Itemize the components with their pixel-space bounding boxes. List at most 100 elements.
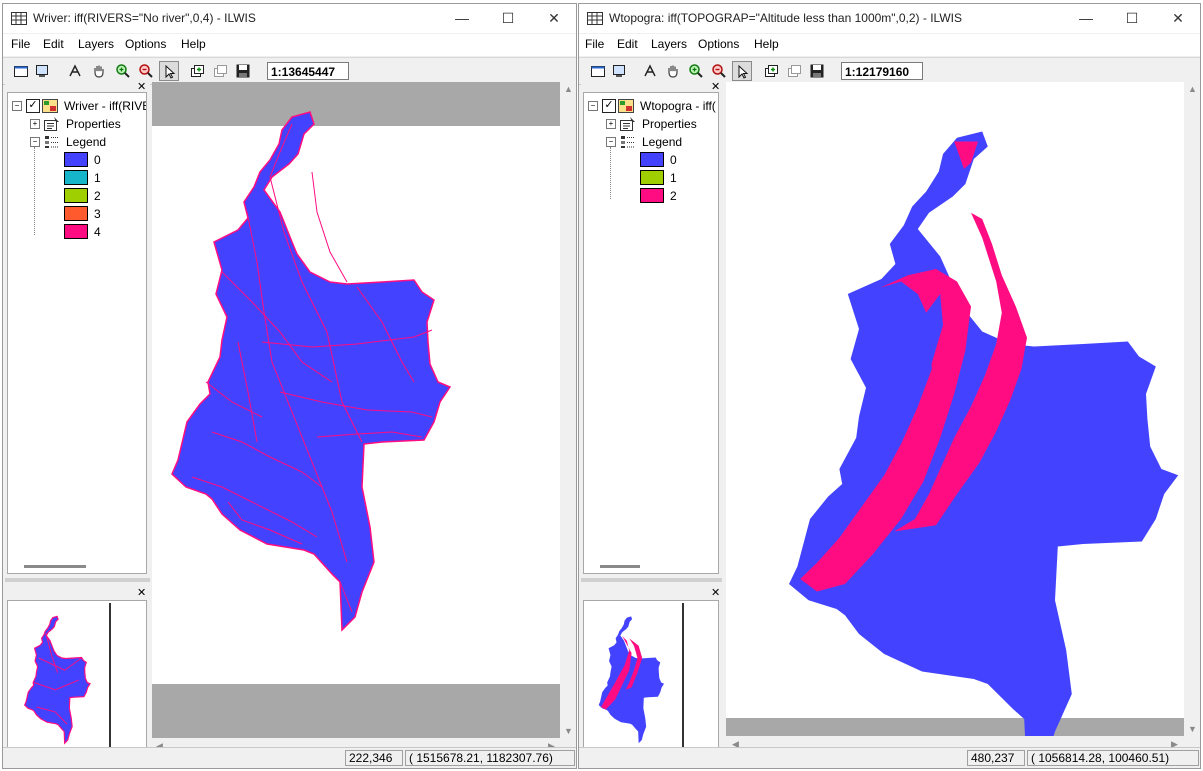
legend-value: 0 — [670, 153, 677, 167]
menu-file[interactable]: File — [585, 37, 604, 51]
menu-options[interactable]: Options — [698, 37, 739, 51]
scroll-up-icon[interactable]: ▲ — [1188, 84, 1197, 94]
save-view-button[interactable] — [233, 61, 253, 81]
close-button[interactable]: ✕ — [1155, 4, 1200, 33]
layer-panel-close-icon[interactable]: ✕ — [711, 82, 720, 93]
menu-edit[interactable]: Edit — [43, 37, 64, 51]
save-view-button[interactable] — [807, 61, 827, 81]
entire-map-button[interactable] — [588, 61, 608, 81]
properties-icon — [620, 117, 635, 131]
window-title: Wtopogra: iff(TOPOGRAP="Altitude less th… — [609, 11, 962, 25]
normal-view-button[interactable] — [609, 61, 629, 81]
legend-value: 2 — [94, 189, 101, 203]
collapse-icon[interactable]: − — [588, 101, 598, 111]
menu-edit[interactable]: Edit — [617, 37, 638, 51]
menu-layers[interactable]: Layers — [651, 37, 687, 51]
toolbar: 1:12179160 — [579, 57, 1200, 85]
legend-icon — [621, 136, 635, 148]
scale-field[interactable]: 1:12179160 — [841, 62, 923, 80]
add-layer-button[interactable] — [187, 61, 207, 81]
overview-close-icon[interactable]: ✕ — [711, 588, 720, 599]
scale-field[interactable]: 1:13645447 — [267, 62, 349, 80]
menu-file[interactable]: File — [11, 37, 30, 51]
raster-map-icon — [618, 99, 634, 113]
scroll-down-icon[interactable]: ▼ — [564, 726, 573, 736]
select-pointer-button[interactable] — [159, 61, 179, 81]
map-pane[interactable] — [726, 82, 1184, 736]
map-pane[interactable] — [152, 82, 560, 738]
overview-close-icon[interactable]: ✕ — [137, 588, 146, 599]
zoom-in-button[interactable] — [686, 61, 706, 81]
overview-map[interactable] — [7, 600, 147, 748]
status-map-coordinates: ( 1515678.21, 1182307.76) — [405, 750, 575, 766]
colombia-topography-map[interactable] — [726, 82, 1184, 736]
collapse-icon[interactable]: − — [606, 137, 616, 147]
remove-layer-button[interactable] — [784, 61, 804, 81]
pane-splitter[interactable] — [581, 578, 722, 582]
zoom-out-button[interactable] — [136, 61, 156, 81]
add-layer-icon — [191, 65, 204, 77]
zoom-in-icon — [689, 64, 703, 78]
layer-panel: ✕ − ✓ Wriver - iff(RIVERS + Properties −… — [5, 82, 150, 748]
zoom-in-button[interactable] — [113, 61, 133, 81]
menu-bar: File Edit Layers Options Help — [579, 34, 1200, 56]
close-button[interactable]: ✕ — [531, 4, 576, 33]
pan-button[interactable] — [89, 61, 109, 81]
title-bar[interactable]: Wriver: iff(RIVERS="No river",0,4) - ILW… — [3, 4, 576, 33]
minimize-button[interactable]: — — [439, 4, 485, 33]
menu-layers[interactable]: Layers — [78, 37, 114, 51]
maximize-button[interactable]: ☐ — [1109, 4, 1155, 33]
colombia-river-map[interactable] — [152, 82, 560, 738]
collapse-icon[interactable]: − — [12, 101, 22, 111]
legend-swatch — [64, 152, 88, 167]
tree-hscroll-thumb[interactable] — [24, 565, 86, 568]
layer-panel-close-icon[interactable]: ✕ — [137, 82, 146, 93]
expand-icon[interactable]: + — [30, 119, 40, 129]
scroll-down-icon[interactable]: ▼ — [1188, 724, 1197, 734]
legend-swatch — [640, 188, 664, 203]
select-pointer-button[interactable] — [732, 61, 752, 81]
layer-name: Wtopogra - iff( — [640, 99, 716, 113]
measure-distance-button[interactable] — [65, 61, 85, 81]
layer-name: Wriver - iff(RIVERS — [64, 99, 146, 113]
layer-visible-checkbox[interactable]: ✓ — [602, 99, 616, 113]
measure-distance-button[interactable] — [640, 61, 660, 81]
map-vertical-scrollbar[interactable]: ▲ ▼ — [560, 82, 576, 738]
scroll-up-icon[interactable]: ▲ — [564, 84, 573, 94]
menu-help[interactable]: Help — [181, 37, 206, 51]
maximize-button[interactable]: ☐ — [485, 4, 531, 33]
legend-label: Legend — [642, 135, 683, 149]
menu-options[interactable]: Options — [125, 37, 166, 51]
pane-splitter[interactable] — [5, 578, 150, 582]
remove-layer-icon — [214, 65, 227, 77]
monitor-icon — [613, 65, 625, 77]
entire-map-button[interactable] — [11, 61, 31, 81]
pan-button[interactable] — [663, 61, 683, 81]
remove-layer-button[interactable] — [210, 61, 230, 81]
status-bar: 222,346 ( 1515678.21, 1182307.76) — [3, 747, 576, 768]
layer-tree: − ✓ Wriver - iff(RIVERS + Properties − L… — [7, 92, 147, 574]
overview-map[interactable] — [583, 600, 719, 748]
zoom-out-button[interactable] — [709, 61, 729, 81]
legend-swatch — [64, 188, 88, 203]
menu-help[interactable]: Help — [754, 37, 779, 51]
minimize-button[interactable]: — — [1063, 4, 1109, 33]
expand-icon[interactable]: + — [606, 119, 616, 129]
legend-swatch — [64, 170, 88, 185]
arrow-pointer-icon — [165, 64, 176, 79]
layer-tree: − ✓ Wtopogra - iff( + Properties − Legen… — [583, 92, 719, 574]
raster-map-icon — [42, 99, 58, 113]
legend-value: 1 — [94, 171, 101, 185]
collapse-icon[interactable]: − — [30, 137, 40, 147]
menu-bar: File Edit Layers Options Help — [3, 34, 576, 56]
layer-visible-checkbox[interactable]: ✓ — [26, 99, 40, 113]
map-vertical-scrollbar[interactable]: ▲ ▼ — [1184, 82, 1200, 736]
measure-distance-icon — [69, 64, 81, 77]
add-layer-button[interactable] — [761, 61, 781, 81]
overview-map-graphic — [8, 601, 146, 747]
floppy-disk-icon — [236, 64, 250, 78]
tree-hscroll-thumb[interactable] — [600, 565, 640, 568]
title-bar[interactable]: Wtopogra: iff(TOPOGRAP="Altitude less th… — [579, 4, 1200, 33]
normal-view-button[interactable] — [32, 61, 52, 81]
status-bar: 480,237 ( 1056814.28, 100460.51) — [579, 747, 1200, 768]
